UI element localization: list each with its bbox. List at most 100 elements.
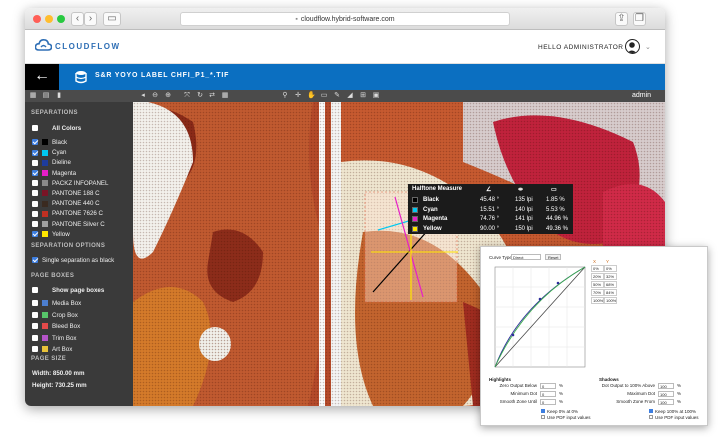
database-icon: [75, 71, 87, 84]
sidebar-toggle-icon[interactable]: ▭: [103, 12, 121, 26]
table-cell[interactable]: 70%: [591, 289, 604, 296]
checkbox[interactable]: [649, 415, 653, 419]
chevron-down-icon[interactable]: ⌄: [645, 43, 651, 51]
separation-row[interactable]: PANTONE 188 C: [32, 189, 100, 198]
field-input[interactable]: 100: [658, 399, 674, 405]
page-box-label: Media Box: [52, 300, 82, 307]
field-input[interactable]: 0: [540, 383, 556, 389]
flip-icon[interactable]: ⇄: [208, 92, 216, 100]
separation-row[interactable]: Dieline: [32, 158, 71, 167]
page-box-row[interactable]: Bleed Box: [32, 322, 80, 331]
single-separation-row[interactable]: Single separation as black: [32, 256, 114, 265]
address-bar[interactable]: ▪ cloudflow.hybrid-software.com: [180, 12, 510, 26]
rotate-icon[interactable]: ↻: [196, 92, 204, 100]
checkbox[interactable]: [32, 159, 38, 166]
checkbox[interactable]: [541, 409, 545, 413]
table-cell[interactable]: 68%: [604, 281, 617, 288]
table-cell[interactable]: 84%: [604, 289, 617, 296]
field-input[interactable]: 100: [658, 383, 674, 389]
pdf-input-left-row[interactable]: Use PDF input values: [541, 415, 591, 420]
measure-icon[interactable]: ⊞: [359, 92, 367, 100]
table-cell[interactable]: 100%: [591, 297, 604, 304]
separation-row[interactable]: Black: [32, 138, 67, 147]
field-input[interactable]: 0: [540, 391, 556, 397]
separation-row[interactable]: PANTONE Silver C: [32, 220, 105, 229]
table-cell[interactable]: 0%: [591, 265, 604, 272]
separation-row[interactable]: PANTONE 7626 C: [32, 209, 103, 218]
checkbox[interactable]: [32, 169, 38, 176]
densitometer-icon[interactable]: ◢: [346, 92, 354, 100]
reset-label: Reset: [548, 255, 559, 260]
checkbox[interactable]: [32, 149, 38, 156]
grid-view-icon[interactable]: ▦: [29, 92, 37, 100]
all-colors-row[interactable]: All Colors: [32, 124, 81, 133]
layers-icon[interactable]: ▤: [42, 92, 50, 100]
separations-title: SEPARATIONS: [31, 110, 78, 116]
tone-curve-graph[interactable]: [489, 265, 587, 375]
page-box-row[interactable]: Trim Box: [32, 334, 77, 343]
checkbox[interactable]: [32, 200, 38, 207]
prev-page-icon[interactable]: ◂: [139, 92, 147, 100]
checkbox[interactable]: [32, 220, 38, 227]
fit-page-icon[interactable]: ⤧: [183, 92, 191, 100]
show-page-boxes-row[interactable]: Show page boxes: [32, 286, 104, 295]
table-cell[interactable]: 20%: [591, 273, 604, 280]
cloudflow-logo-icon: [35, 39, 52, 51]
compare-icon[interactable]: ▣: [372, 92, 380, 100]
separation-row[interactable]: PACKZ INFOPANEL: [32, 179, 109, 188]
reset-button[interactable]: Reset: [545, 254, 561, 260]
eyedropper-icon[interactable]: ✎: [333, 92, 341, 100]
info-icon[interactable]: ▮: [55, 92, 63, 100]
checkbox[interactable]: [32, 311, 38, 318]
field-input[interactable]: 100: [658, 391, 674, 397]
checkbox[interactable]: [32, 210, 38, 217]
table-cell[interactable]: 100%: [604, 297, 617, 304]
pdf-input-right-row[interactable]: Use PDF input values: [649, 415, 699, 420]
zoom-out-icon[interactable]: ⊖: [151, 92, 159, 100]
user-avatar[interactable]: [625, 39, 640, 54]
checkbox[interactable]: [541, 415, 545, 419]
field-input[interactable]: 0: [540, 399, 556, 405]
back-button[interactable]: ←: [25, 64, 59, 90]
table-cell[interactable]: 0%: [604, 265, 617, 272]
separation-row[interactable]: Cyan: [32, 148, 66, 157]
separation-row[interactable]: Yellow: [32, 230, 70, 239]
table-cell[interactable]: 50%: [591, 281, 604, 288]
checkbox[interactable]: [32, 346, 38, 353]
back-nav-button[interactable]: ‹: [71, 12, 84, 26]
separation-row[interactable]: PANTONE 440 C: [32, 199, 100, 208]
tabs-icon[interactable]: ❐: [633, 12, 646, 26]
zoom-in-icon[interactable]: ⊕: [164, 92, 172, 100]
curve-type-select[interactable]: Direct: [511, 254, 541, 260]
ink-swatch: [412, 197, 418, 203]
share-icon[interactable]: ⇪: [615, 12, 628, 26]
separation-row[interactable]: Magenta: [32, 169, 76, 178]
hand-icon[interactable]: ✋: [307, 92, 316, 100]
checkbox[interactable]: [32, 300, 38, 307]
checkbox[interactable]: [32, 334, 38, 341]
page-box-row[interactable]: Crop Box: [32, 311, 78, 320]
minimize-window-button[interactable]: [45, 15, 53, 23]
checkbox[interactable]: [32, 180, 38, 187]
checkbox[interactable]: [32, 287, 38, 294]
comment-icon[interactable]: ▭: [320, 92, 328, 100]
checkbox[interactable]: [649, 409, 653, 413]
checkbox[interactable]: [32, 257, 38, 264]
checkbox[interactable]: [32, 231, 38, 238]
search-icon[interactable]: ⚲: [281, 92, 289, 100]
page-box-row[interactable]: Media Box: [32, 299, 81, 308]
close-window-button[interactable]: [33, 15, 41, 23]
checkbox[interactable]: [32, 125, 38, 132]
table-cell[interactable]: 32%: [604, 273, 617, 280]
url-text: cloudflow.hybrid-software.com: [300, 16, 395, 23]
grid-icon[interactable]: ▦: [221, 92, 229, 100]
crosshair-icon[interactable]: ✛: [294, 92, 302, 100]
forward-nav-button[interactable]: ›: [84, 12, 97, 26]
page-box-row[interactable]: Art Box: [32, 345, 72, 354]
keep-zero-row[interactable]: Keep 0% at 0%: [541, 409, 578, 414]
maximize-window-button[interactable]: [57, 15, 65, 23]
checkbox[interactable]: [32, 323, 38, 330]
checkbox[interactable]: [32, 190, 38, 197]
checkbox[interactable]: [32, 139, 38, 146]
keep-hundred-row[interactable]: Keep 100% at 100%: [649, 409, 696, 414]
